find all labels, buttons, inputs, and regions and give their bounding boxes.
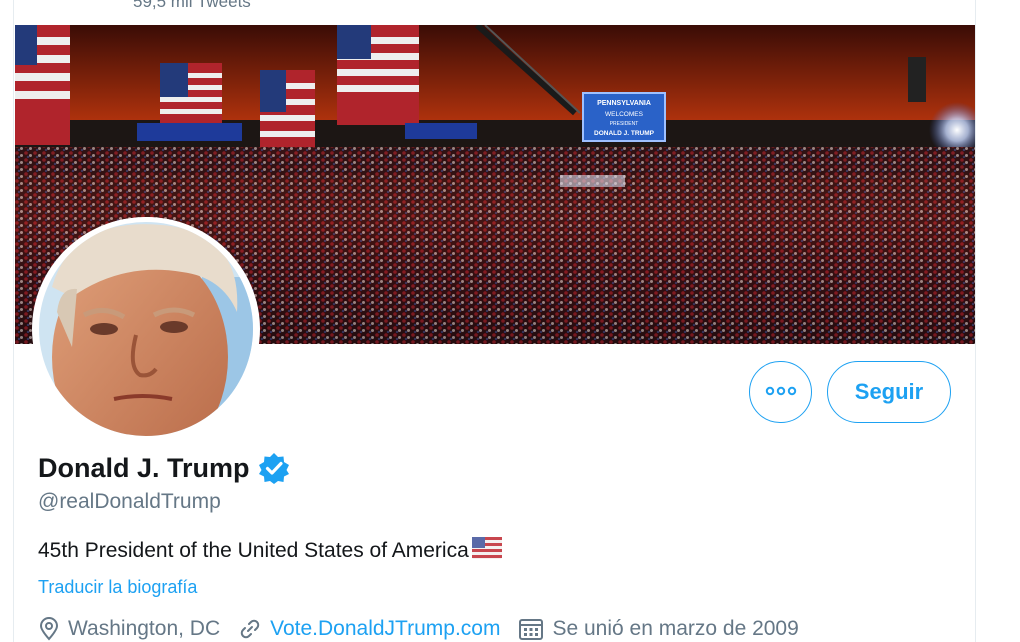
tweet-count: 59,5 mil Tweets — [133, 0, 251, 11]
banner-sign-mid — [405, 123, 477, 139]
verified-badge-icon — [258, 452, 290, 484]
flag-2 — [160, 63, 222, 123]
location-item: Washington, DC — [38, 617, 220, 641]
sign-line-1: PENNSYLVANIA — [597, 100, 651, 107]
sign-line-4: DONALD J. TRUMP — [594, 130, 655, 137]
joined-item: Se unió en marzo de 2009 — [518, 617, 799, 641]
profile-name-text: Donald J. Trump — [38, 452, 250, 483]
follow-button[interactable]: Seguir — [827, 361, 951, 423]
profile-avatar[interactable] — [32, 217, 260, 441]
pennsylvania-sign: PENNSYLVANIA WELCOMES PRESIDENT DONALD J… — [582, 92, 666, 142]
profile-bio: 45th President of the United States of A… — [38, 537, 502, 565]
link-icon — [240, 619, 260, 639]
profile-name: Donald J. Trump — [38, 452, 290, 484]
flag-4 — [337, 25, 419, 125]
more-dots-icon — [765, 383, 797, 401]
sign-line-2: WELCOMES — [605, 111, 644, 118]
calendar-icon — [519, 619, 544, 640]
location-pin-icon — [39, 617, 59, 641]
joined-text: Se unió en marzo de 2009 — [552, 617, 799, 640]
follow-button-label: Seguir — [854, 379, 924, 404]
flag-left — [15, 25, 70, 145]
website-link[interactable]: Vote.DonaldJTrump.com — [270, 617, 500, 641]
avatar-portrait — [34, 217, 258, 441]
location-text: Washington, DC — [68, 617, 221, 640]
profile-meta: Washington, DC Vote.DonaldJTrump.com Se … — [38, 617, 817, 641]
flag-3 — [260, 70, 315, 160]
banner-sign-left — [137, 123, 242, 141]
website-item: Vote.DonaldJTrump.com — [238, 617, 500, 641]
translate-bio-link[interactable]: Traducir la biografía — [38, 577, 197, 598]
us-flag-icon — [471, 537, 502, 565]
more-options-button[interactable] — [749, 361, 812, 423]
profile-handle: @realDonaldTrump — [38, 490, 221, 513]
bio-text: 45th President of the United States of A… — [38, 539, 469, 562]
sign-line-3: PRESIDENT — [610, 121, 639, 127]
